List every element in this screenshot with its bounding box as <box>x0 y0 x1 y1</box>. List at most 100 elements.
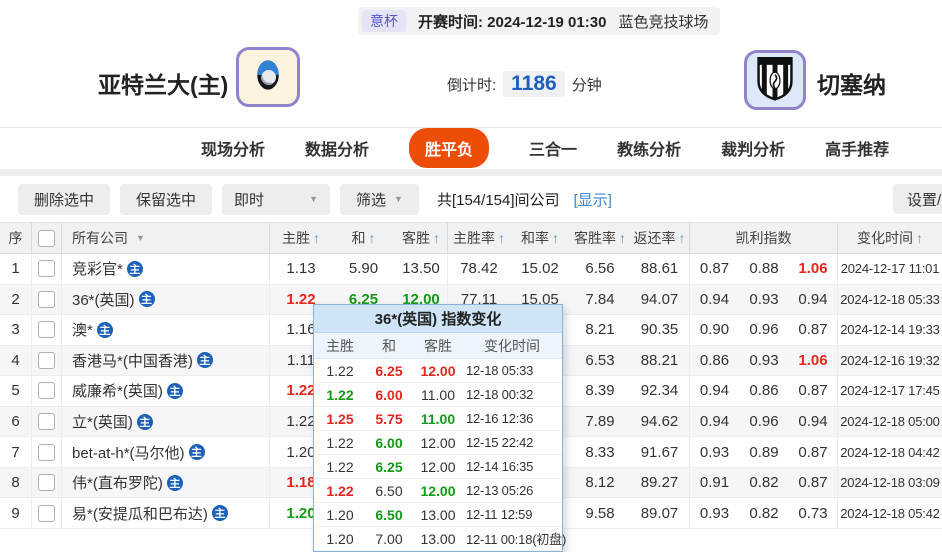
row-checkbox[interactable] <box>38 505 55 522</box>
col-header-company[interactable]: 所有公司 ▼ <box>62 223 270 253</box>
row-checkbox[interactable] <box>38 260 55 277</box>
popup-home-odds: 1.25 <box>314 407 366 430</box>
tab-expert-picks[interactable]: 高手推荐 <box>825 136 889 160</box>
popup-away-odds: 12.00 <box>412 479 464 502</box>
popup-draw-odds: 6.25 <box>366 359 412 382</box>
col-header-away[interactable]: 客胜↑ <box>395 223 448 253</box>
kelly-draw: 0.88 <box>739 254 789 284</box>
tab-three-in-one[interactable]: 三合一 <box>529 136 577 160</box>
popup-history-row: 1.20 6.50 13.00 12-11 12:59 <box>314 503 562 527</box>
row-checkbox[interactable] <box>38 413 55 430</box>
row-checkbox-cell <box>32 315 62 345</box>
zhu-badge-icon: 主 <box>167 383 183 399</box>
tab-referee-analysis[interactable]: 裁判分析 <box>721 136 785 160</box>
company-cell[interactable]: bet-at-h*(马尔他) 主 <box>62 437 270 467</box>
tab-coach-analysis[interactable]: 教练分析 <box>617 136 681 160</box>
away-rate: 6.53 <box>570 346 630 376</box>
company-cell[interactable]: 威廉希*(英国) 主 <box>62 376 270 406</box>
time-filter-value: 即时 <box>234 189 264 210</box>
company-cell[interactable]: 竞彩官* 主 <box>62 254 270 284</box>
col-header-home[interactable]: 主胜↑ <box>270 223 332 253</box>
row-index: 1 <box>0 254 32 284</box>
away-team-name: 切塞纳 <box>817 66 886 100</box>
company-cell[interactable]: 澳* 主 <box>62 315 270 345</box>
row-checkbox[interactable] <box>38 321 55 338</box>
col-header-return-rate[interactable]: 返还率↑ <box>630 223 690 253</box>
tab-live-analysis[interactable]: 现场分析 <box>201 136 265 160</box>
row-index: 6 <box>0 407 32 437</box>
company-name: 立*(英国) <box>72 411 133 432</box>
settings-select-button[interactable]: 设置/选择 <box>893 184 942 214</box>
draw-rate: 15.02 <box>510 254 570 284</box>
time-filter-dropdown[interactable]: 即时 ▼ <box>222 184 330 215</box>
popup-history-row: 1.22 6.25 12.00 12-18 05:33 <box>314 359 562 383</box>
row-checkbox-cell <box>32 407 62 437</box>
show-link[interactable]: [显示] <box>574 189 612 210</box>
zhu-badge-icon: 主 <box>97 322 113 338</box>
row-checkbox-cell <box>32 468 62 498</box>
row-index: 7 <box>0 437 32 467</box>
company-cell[interactable]: 36*(英国) 主 <box>62 285 270 315</box>
kelly-home: 0.91 <box>690 468 739 498</box>
row-checkbox[interactable] <box>38 444 55 461</box>
keep-selected-button[interactable]: 保留选中 <box>120 184 212 215</box>
draw-odds[interactable]: 5.90 <box>332 254 395 284</box>
atalanta-crest-icon <box>245 52 291 103</box>
select-all-checkbox[interactable] <box>38 230 55 247</box>
home-team-logo <box>236 47 300 107</box>
kelly-away: 0.73 <box>789 498 838 528</box>
company-cell[interactable]: 易*(安提瓜和巴布达) 主 <box>62 498 270 528</box>
select-all-cell <box>32 223 62 253</box>
popup-draw-odds: 6.50 <box>366 479 412 502</box>
away-rate: 7.89 <box>570 407 630 437</box>
kickoff-time: 开赛时间: 2024-12-19 01:30 <box>418 11 606 32</box>
col-header-kelly: 凯利指数 <box>690 223 838 253</box>
col-header-draw[interactable]: 和↑ <box>332 223 395 253</box>
away-odds[interactable]: 13.50 <box>395 254 448 284</box>
away-rate: 8.21 <box>570 315 630 345</box>
col-header-home-label: 主胜 <box>282 228 310 248</box>
away-rate: 8.39 <box>570 376 630 406</box>
odds-table-header: 序 所有公司 ▼ 主胜↑ 和↑ 客胜↑ 主胜率↑ 和率↑ 客胜率↑ 返还率↑ 凯… <box>0 222 942 254</box>
delete-selected-button[interactable]: 删除选中 <box>18 184 110 215</box>
popup-change-time: 12-15 22:42 <box>464 431 560 454</box>
home-odds[interactable]: 1.13 <box>270 254 332 284</box>
kelly-home: 0.90 <box>690 315 739 345</box>
row-checkbox[interactable] <box>38 474 55 491</box>
return-rate: 92.34 <box>630 376 690 406</box>
popup-home-odds: 1.22 <box>314 359 366 382</box>
row-index: 2 <box>0 285 32 315</box>
col-header-change-time[interactable]: 变化时间↑ <box>838 223 942 253</box>
kelly-draw: 0.93 <box>739 346 789 376</box>
row-checkbox-cell <box>32 254 62 284</box>
company-name: 伟*(直布罗陀) <box>72 472 163 493</box>
chevron-down-icon: ▼ <box>394 194 403 204</box>
company-cell[interactable]: 立*(英国) 主 <box>62 407 270 437</box>
col-header-company-label: 所有公司 <box>72 228 128 248</box>
company-cell[interactable]: 伟*(直布罗陀) 主 <box>62 468 270 498</box>
col-header-draw-rate[interactable]: 和率↑ <box>510 223 570 253</box>
filter-dropdown[interactable]: 筛选 ▼ <box>340 184 419 215</box>
zhu-badge-icon: 主 <box>189 444 205 460</box>
col-header-index: 序 <box>0 223 32 253</box>
tab-win-draw-lose[interactable]: 胜平负 <box>409 128 489 168</box>
sort-asc-icon: ↑ <box>498 230 505 246</box>
popup-draw-odds: 6.00 <box>366 431 412 454</box>
kelly-home: 0.94 <box>690 376 739 406</box>
return-rate: 90.35 <box>630 315 690 345</box>
popup-history-row: 1.25 5.75 11.00 12-16 12:36 <box>314 407 562 431</box>
kelly-home: 0.94 <box>690 285 739 315</box>
kelly-home: 0.87 <box>690 254 739 284</box>
row-checkbox[interactable] <box>38 352 55 369</box>
col-header-home-rate[interactable]: 主胜率↑ <box>448 223 510 253</box>
col-header-away-rate[interactable]: 客胜率↑ <box>570 223 630 253</box>
popup-change-time: 12-11 00:18(初盘) <box>464 527 560 550</box>
popup-history-row: 1.20 7.00 13.00 12-11 00:18(初盘) <box>314 527 562 551</box>
change-time: 2024-12-18 05:42 <box>838 498 942 528</box>
table-toolbar: 删除选中 保留选中 即时 ▼ 筛选 ▼ 共[154/154]间公司 [显示] <box>0 176 942 222</box>
company-name: 香港马*(中国香港) <box>72 350 193 371</box>
tab-data-analysis[interactable]: 数据分析 <box>305 136 369 160</box>
company-cell[interactable]: 香港马*(中国香港) 主 <box>62 346 270 376</box>
row-checkbox[interactable] <box>38 382 55 399</box>
row-checkbox[interactable] <box>38 291 55 308</box>
